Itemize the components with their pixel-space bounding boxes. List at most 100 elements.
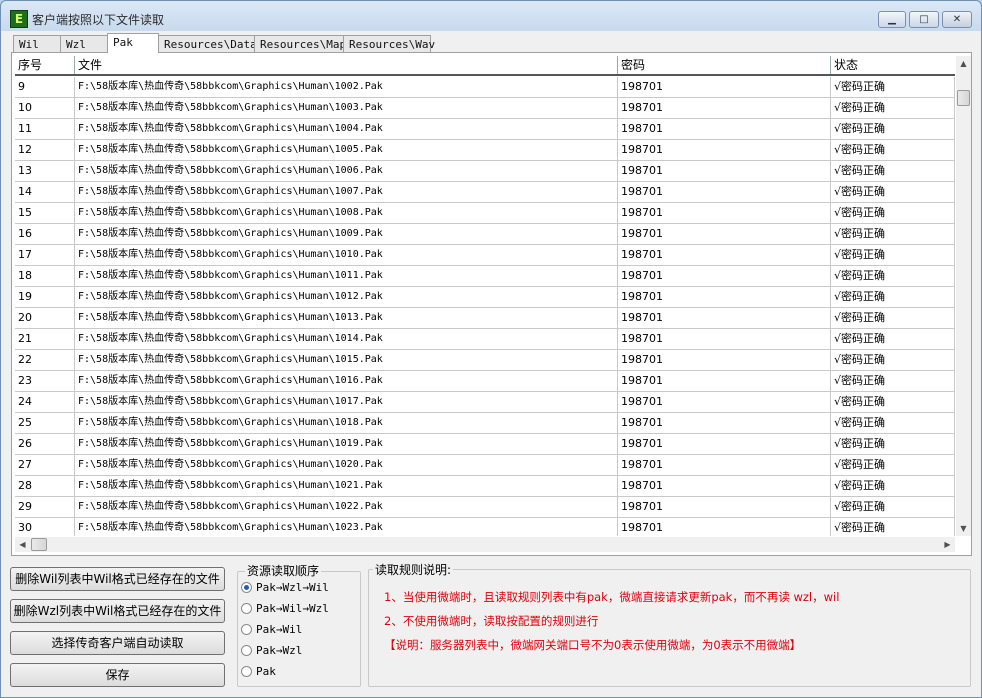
cell-index: 26 [15,434,75,454]
cell-index: 25 [15,413,75,433]
order-option-label: Pak→Wzl→Wil [256,581,329,594]
cell-file: F:\58版本库\热血传奇\58bbkcom\Graphics\Human\10… [75,182,618,202]
vertical-scrollbar[interactable]: ▲ ▼ [956,56,971,536]
cell-password: 198701 [618,476,831,496]
tab-resources-data[interactable]: Resources\Data [158,35,257,52]
tab-wzl[interactable]: Wzl [60,35,108,52]
table-row[interactable]: 18 F:\58版本库\热血传奇\58bbkcom\Graphics\Human\… [15,266,955,287]
table-row[interactable]: 13 F:\58版本库\热血传奇\58bbkcom\Graphics\Human\… [15,161,955,182]
cell-file: F:\58版本库\热血传奇\58bbkcom\Graphics\Human\10… [75,455,618,475]
order-option-label: Pak→Wil→Wzl [256,602,329,615]
tab-resources-wav[interactable]: Resources\Wav [343,35,435,52]
table-row[interactable]: 16 F:\58版本库\热血传奇\58bbkcom\Graphics\Human\… [15,224,955,245]
table-row[interactable]: 30 F:\58版本库\热血传奇\58bbkcom\Graphics\Human\… [15,518,955,536]
scroll-right-icon[interactable]: ▶ [940,537,955,552]
cell-status: √密码正确 [831,434,955,454]
scroll-up-icon[interactable]: ▲ [956,56,971,71]
scroll-down-icon[interactable]: ▼ [956,521,971,536]
table-row[interactable]: 17 F:\58版本库\热血传奇\58bbkcom\Graphics\Human\… [15,245,955,266]
cell-status: √密码正确 [831,413,955,433]
column-header-index[interactable]: 序号 [15,56,75,74]
cell-password: 198701 [618,329,831,349]
cell-file: F:\58版本库\热血传奇\58bbkcom\Graphics\Human\10… [75,476,618,496]
cell-file: F:\58版本库\热血传奇\58bbkcom\Graphics\Human\10… [75,119,618,139]
cell-status: √密码正确 [831,371,955,391]
radio-empty-icon[interactable] [241,666,252,677]
table-row[interactable]: 25 F:\58版本库\热血传奇\58bbkcom\Graphics\Human\… [15,413,955,434]
table-row[interactable]: 15 F:\58版本库\热血传奇\58bbkcom\Graphics\Human\… [15,203,955,224]
rule-line-3: 【说明：服务器列表中，微端网关端口号不为0表示使用微端，为0表示不用微端】 [384,638,802,652]
cell-file: F:\58版本库\热血传奇\58bbkcom\Graphics\Human\10… [75,224,618,244]
table-row[interactable]: 19 F:\58版本库\热血传奇\58bbkcom\Graphics\Human\… [15,287,955,308]
delete-wzl-button[interactable]: 删除Wzl列表中Wil格式已经存在的文件 [10,599,225,623]
delete-wil-button[interactable]: 删除Wil列表中Wil格式已经存在的文件 [10,567,225,591]
minimize-button[interactable]: ▁ [878,11,906,28]
cell-password: 198701 [618,182,831,202]
table-row[interactable]: 20 F:\58版本库\热血传奇\58bbkcom\Graphics\Human\… [15,308,955,329]
cell-file: F:\58版本库\热血传奇\58bbkcom\Graphics\Human\10… [75,77,618,97]
cell-password: 198701 [618,287,831,307]
cell-status: √密码正确 [831,245,955,265]
cell-file: F:\58版本库\热血传奇\58bbkcom\Graphics\Human\10… [75,392,618,412]
file-table[interactable]: 序号 文件 密码 状态 9 F:\58版本库\热血传奇\58bbkcom\Grap… [15,56,955,536]
horizontal-scroll-thumb[interactable] [31,538,47,551]
app-icon: E [10,10,28,28]
close-button[interactable]: ✕ [942,11,972,28]
cell-status: √密码正确 [831,392,955,412]
cell-index: 20 [15,308,75,328]
cell-index: 24 [15,392,75,412]
table-row[interactable]: 22 F:\58版本库\热血传奇\58bbkcom\Graphics\Human\… [15,350,955,371]
cell-status: √密码正确 [831,182,955,202]
cell-file: F:\58版本库\热血传奇\58bbkcom\Graphics\Human\10… [75,371,618,391]
column-header-password[interactable]: 密码 [618,56,831,74]
auto-read-button[interactable]: 选择传奇客户端自动读取 [10,631,225,655]
cell-password: 198701 [618,224,831,244]
cell-password: 198701 [618,371,831,391]
vertical-scroll-thumb[interactable] [957,90,970,106]
maximize-button[interactable]: □ [909,11,939,28]
cell-password: 198701 [618,161,831,181]
cell-status: √密码正确 [831,98,955,118]
order-option-label: Pak→Wil [256,623,303,636]
tab-wil[interactable]: Wil [13,35,61,52]
table-row[interactable]: 27 F:\58版本库\热血传奇\58bbkcom\Graphics\Human\… [15,455,955,476]
column-header-file[interactable]: 文件 [75,56,618,74]
radio-empty-icon[interactable] [241,624,252,635]
table-row[interactable]: 24 F:\58版本库\热血传奇\58bbkcom\Graphics\Human\… [15,392,955,413]
cell-file: F:\58版本库\热血传奇\58bbkcom\Graphics\Human\10… [75,140,618,160]
cell-password: 198701 [618,203,831,223]
table-row[interactable]: 10 F:\58版本库\热血传奇\58bbkcom\Graphics\Human\… [15,98,955,119]
column-header-status[interactable]: 状态 [831,56,955,74]
cell-password: 198701 [618,140,831,160]
cell-password: 198701 [618,434,831,454]
table-row[interactable]: 28 F:\58版本库\热血传奇\58bbkcom\Graphics\Human\… [15,476,955,497]
cell-index: 28 [15,476,75,496]
table-row[interactable]: 23 F:\58版本库\热血传奇\58bbkcom\Graphics\Human\… [15,371,955,392]
cell-password: 198701 [618,245,831,265]
horizontal-scrollbar[interactable]: ◀ ▶ [15,537,955,552]
table-row[interactable]: 14 F:\58版本库\热血传奇\58bbkcom\Graphics\Human\… [15,182,955,203]
table-row[interactable]: 12 F:\58版本库\热血传奇\58bbkcom\Graphics\Human\… [15,140,955,161]
cell-index: 19 [15,287,75,307]
cell-password: 198701 [618,77,831,97]
maximize-icon: □ [919,14,929,25]
save-button[interactable]: 保存 [10,663,225,687]
cell-status: √密码正确 [831,308,955,328]
tab-pak[interactable]: Pak [107,33,159,53]
title-bar[interactable]: E 客户端按照以下文件读取 ▁ □ ✕ [1,1,981,33]
cell-file: F:\58版本库\热血传奇\58bbkcom\Graphics\Human\10… [75,203,618,223]
cell-status: √密码正确 [831,518,955,536]
scroll-left-icon[interactable]: ◀ [15,537,30,552]
tab-resources-map[interactable]: Resources\Map [254,35,346,52]
cell-password: 198701 [618,455,831,475]
table-row[interactable]: 11 F:\58版本库\热血传奇\58bbkcom\Graphics\Human\… [15,119,955,140]
table-row[interactable]: 29 F:\58版本库\热血传奇\58bbkcom\Graphics\Human\… [15,497,955,518]
radio-selected-icon[interactable] [241,582,252,593]
radio-empty-icon[interactable] [241,603,252,614]
radio-empty-icon[interactable] [241,645,252,656]
cell-index: 23 [15,371,75,391]
table-row[interactable]: 26 F:\58版本库\热血传奇\58bbkcom\Graphics\Human\… [15,434,955,455]
table-row[interactable]: 9 F:\58版本库\热血传奇\58bbkcom\Graphics\Human\1… [15,77,955,98]
cell-status: √密码正确 [831,455,955,475]
table-row[interactable]: 21 F:\58版本库\热血传奇\58bbkcom\Graphics\Human\… [15,329,955,350]
